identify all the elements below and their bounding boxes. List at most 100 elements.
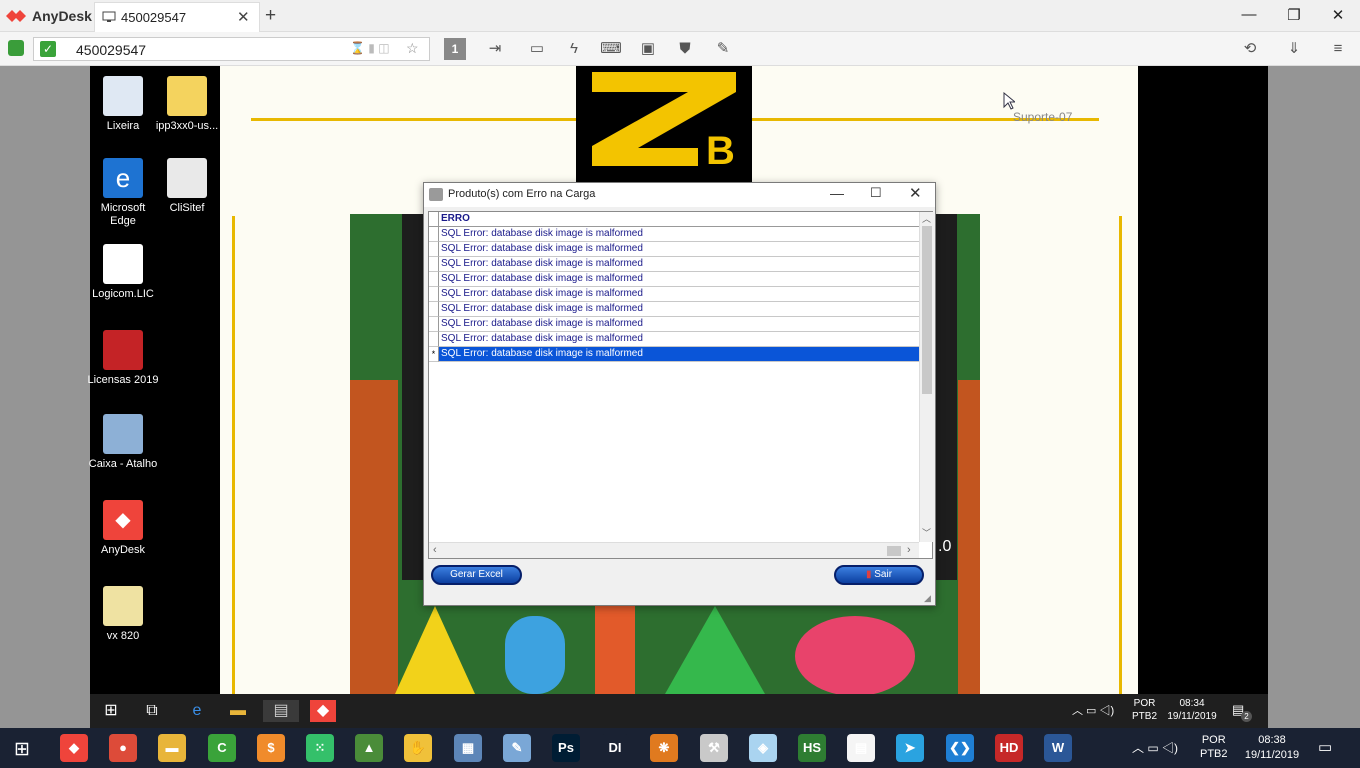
sair-button[interactable]: ▮ Sair — [834, 565, 924, 585]
row-indicator[interactable] — [429, 332, 439, 347]
monitor-select-button[interactable]: 1 — [444, 38, 466, 60]
dialog-minimize-button[interactable]: — — [830, 185, 844, 201]
paint-icon[interactable]: ✎ — [503, 734, 531, 762]
anydesk-icon[interactable]: ◆ — [60, 734, 88, 762]
host-tray-icons[interactable]: ︿ ▭ ◁) — [1132, 739, 1178, 756]
scroll-up-icon[interactable]: ︿ — [922, 212, 931, 225]
close-window-button[interactable]: ✕ — [1327, 6, 1349, 24]
chat-icon[interactable]: ▭ — [526, 38, 548, 60]
remote-lang-indicator[interactable]: POR PTB2 — [1132, 697, 1157, 723]
actions-lightning-icon[interactable]: ϟ — [563, 38, 585, 60]
remote-explorer-icon[interactable]: ▬ — [225, 700, 251, 722]
table-row[interactable]: SQL Error: database disk image is malfor… — [439, 242, 919, 257]
vscode-icon[interactable]: ❮❯ — [946, 734, 974, 762]
desktop-icon-anydesk[interactable]: ◆ AnyDesk — [87, 500, 159, 557]
row-indicator[interactable] — [429, 317, 439, 332]
box-app-icon[interactable]: ◈ — [749, 734, 777, 762]
remote-caixa-icon[interactable]: ▤ — [263, 700, 299, 722]
connection-status-icon[interactable] — [8, 40, 24, 56]
row-indicator[interactable] — [429, 272, 439, 287]
tools-app-icon[interactable]: ⚒ — [700, 734, 728, 762]
remote-start-icon[interactable]: ⊞ — [98, 700, 124, 722]
orange-cluster-icon[interactable]: ❋ — [650, 734, 678, 762]
gerar-excel-button[interactable]: Gerar Excel — [431, 565, 522, 585]
whiteboard-pen-icon[interactable]: ✎ — [712, 38, 734, 60]
table-row[interactable]: SQL Error: database disk image is malfor… — [439, 302, 919, 317]
word-icon[interactable]: W — [1044, 734, 1072, 762]
menu-hamburger-icon[interactable]: ≡ — [1327, 38, 1349, 60]
download-icon[interactable]: ⇓ — [1283, 38, 1305, 60]
column-header-erro[interactable]: ERRO — [439, 212, 919, 227]
table-row[interactable]: SQL Error: database disk image is malfor… — [439, 257, 919, 272]
remote-tray-icons[interactable]: ︿ ▭ ◁) — [1072, 702, 1114, 718]
remote-clock[interactable]: 08:34 19/11/2019 — [1166, 697, 1218, 723]
vertical-scrollbar[interactable]: ︿ ﹀ — [919, 212, 933, 542]
chart-app-icon[interactable]: ▲ — [355, 734, 383, 762]
horizontal-scrollbar[interactable]: ‹ › — [429, 542, 919, 558]
file-explorer-icon[interactable]: ▬ — [158, 734, 186, 762]
display-icon[interactable]: ▣ — [637, 38, 659, 60]
favorite-star-icon[interactable]: ☆ — [406, 40, 419, 57]
new-tab-button[interactable]: + — [265, 5, 276, 27]
desktop-icon-licensas[interactable]: Licensas 2019 — [87, 330, 159, 387]
desktop-icon-edge[interactable]: e Microsoft Edge — [87, 158, 159, 228]
cash-register-icon — [103, 414, 143, 454]
table-row[interactable]: SQL Error: database disk image is malfor… — [439, 332, 919, 347]
scroll-down-icon[interactable]: ﹀ — [922, 526, 931, 539]
resize-grip-icon[interactable]: ◢ — [924, 593, 931, 604]
hs-app-icon[interactable]: HS — [798, 734, 826, 762]
host-lang-indicator[interactable]: POR PTB2 — [1200, 733, 1228, 761]
remote-task-view-icon[interactable]: ⧉ — [139, 700, 165, 722]
di-app-icon[interactable]: DI — [601, 734, 629, 762]
hands-app-icon[interactable]: ✋ — [404, 734, 432, 762]
start-icon[interactable]: ⊞ — [14, 738, 30, 761]
remote-anydesk-icon[interactable]: ◆ — [310, 700, 336, 722]
switch-sides-icon[interactable]: ⇥ — [484, 38, 506, 60]
scroll-thumb[interactable] — [922, 226, 932, 394]
action-center-icon[interactable]: ▭ — [1318, 738, 1332, 756]
table-row[interactable]: SQL Error: database disk image is malfor… — [439, 272, 919, 287]
table-row[interactable]: SQL Error: database disk image is malfor… — [439, 287, 919, 302]
hscroll-thumb[interactable] — [887, 546, 901, 556]
dialog-title-bar[interactable]: Produto(s) com Erro na Carga — ☐ ✕ — [424, 183, 935, 207]
error-grid[interactable]: ERRO SQL Error: database disk image is m… — [428, 211, 933, 559]
row-indicator[interactable] — [429, 227, 439, 242]
chrome-icon[interactable]: ● — [109, 734, 137, 762]
table-row-selected[interactable]: SQL Error: database disk image is malfor… — [439, 347, 919, 362]
table-row[interactable]: SQL Error: database disk image is malfor… — [439, 317, 919, 332]
close-tab-icon[interactable]: ✕ — [237, 8, 250, 26]
keyboard-icon[interactable]: ⌨ — [600, 38, 622, 60]
row-indicator[interactable] — [429, 257, 439, 272]
dots-app-icon[interactable]: ⁙ — [306, 734, 334, 762]
row-indicator[interactable] — [429, 302, 439, 317]
host-clock[interactable]: 08:38 19/11/2019 — [1240, 733, 1304, 763]
table-row[interactable]: SQL Error: database disk image is malfor… — [439, 227, 919, 242]
camtasia-icon[interactable]: C — [208, 734, 236, 762]
permissions-shield-icon[interactable]: ⛊ — [674, 38, 696, 60]
remote-edge-icon[interactable]: e — [184, 700, 210, 722]
telegram-icon[interactable]: ➤ — [896, 734, 924, 762]
dialog-close-button[interactable]: ✕ — [909, 184, 922, 202]
hd-app-icon[interactable]: HD — [995, 734, 1023, 762]
desktop-icon-pdf[interactable]: ipp3xx0-us... — [151, 76, 223, 133]
minimize-button[interactable]: — — [1238, 6, 1260, 23]
desktop-icon-caixa[interactable]: Caixa - Atalho — [87, 414, 159, 471]
photoshop-icon[interactable]: Ps — [552, 734, 580, 762]
restore-button[interactable]: ❐ — [1283, 6, 1305, 24]
row-indicator-selected[interactable]: * — [429, 347, 439, 362]
address-bar[interactable]: ✓ 450029547 ⌛ ▮ ◫ ☆ — [33, 37, 430, 61]
notepad-icon[interactable]: ▤ — [847, 734, 875, 762]
orange-app-icon[interactable]: $ — [257, 734, 285, 762]
scroll-left-icon[interactable]: ‹ — [433, 544, 437, 556]
tab-session[interactable]: 450029547 ✕ — [94, 2, 260, 32]
network-app-icon[interactable]: ▦ — [454, 734, 482, 762]
dialog-maximize-button[interactable]: ☐ — [870, 185, 882, 201]
desktop-icon-clisitef[interactable]: CliSitef — [151, 158, 223, 215]
desktop-icon-lixeira[interactable]: Lixeira — [87, 76, 159, 133]
history-icon[interactable]: ⟲ — [1239, 38, 1261, 60]
row-indicator[interactable] — [429, 287, 439, 302]
desktop-icon-vx820[interactable]: vx 820 — [87, 586, 159, 643]
scroll-right-icon[interactable]: › — [907, 544, 911, 556]
desktop-icon-logicom[interactable]: Logicom.LIC — [87, 244, 159, 301]
row-indicator[interactable] — [429, 242, 439, 257]
